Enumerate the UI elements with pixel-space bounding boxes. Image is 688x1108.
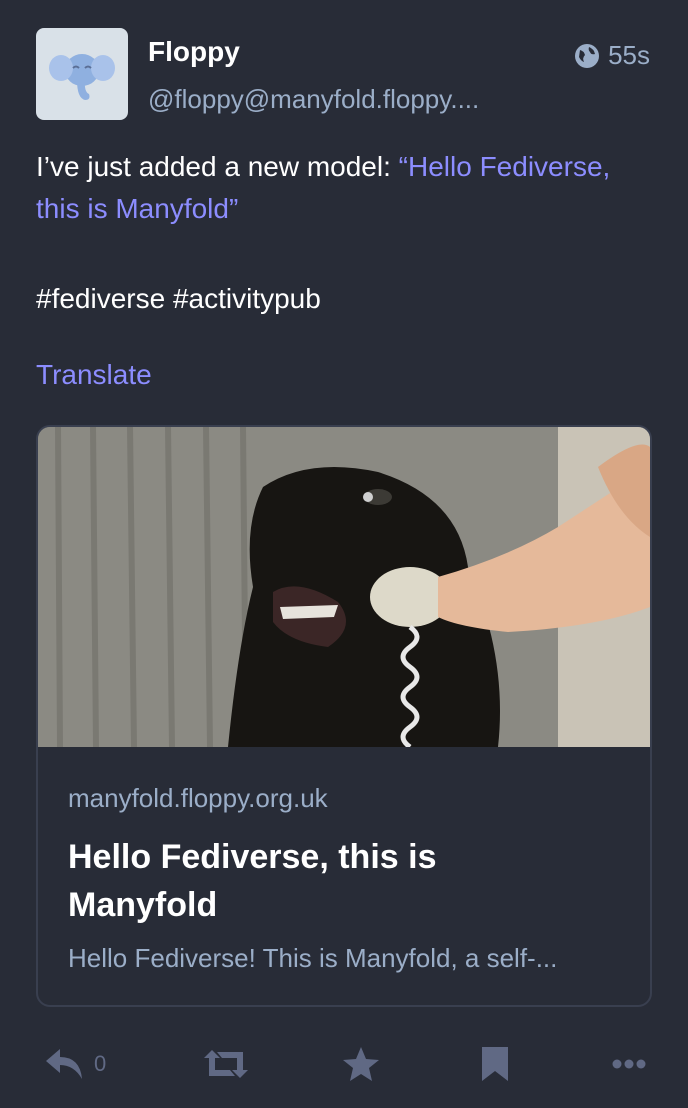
link-preview-card[interactable]: manyfold.floppy.org.uk Hello Fediverse, …: [36, 425, 652, 1007]
mastodon-elephant-icon: [49, 54, 115, 100]
boost-icon: [204, 1050, 248, 1078]
star-icon: [343, 1047, 379, 1081]
card-description: Hello Fediverse! This is Manyfold, a sel…: [68, 943, 558, 973]
card-title[interactable]: Hello Fediverse, this is Manyfold: [68, 833, 588, 929]
avatar[interactable]: [36, 28, 128, 120]
status-content: I’ve just added a new model: “Hello Fedi…: [36, 146, 636, 230]
status-action-bar: 0: [44, 1042, 648, 1086]
status-text: I’ve just added a new model:: [36, 151, 399, 182]
bookmark-icon: [482, 1047, 508, 1081]
card-image[interactable]: [38, 427, 650, 747]
bookmark-button[interactable]: [480, 1042, 510, 1086]
boost-button[interactable]: [204, 1042, 248, 1086]
status-post: Floppy @floppy@manyfold.floppy.... 55s I…: [0, 0, 688, 1108]
translate-button[interactable]: Translate: [36, 354, 152, 396]
relative-timestamp[interactable]: 55s: [608, 40, 650, 71]
reply-button[interactable]: 0: [44, 1042, 106, 1086]
reply-icon: [46, 1049, 82, 1079]
favourite-button[interactable]: [342, 1042, 380, 1086]
card-domain: manyfold.floppy.org.uk: [68, 783, 328, 813]
account-handle[interactable]: @floppy@manyfold.floppy....: [148, 84, 543, 115]
globe-icon: [575, 43, 600, 68]
card-body: manyfold.floppy.org.uk Hello Fediverse, …: [38, 747, 650, 1005]
ellipsis-icon: [612, 1059, 646, 1069]
status-hashtags[interactable]: #fediverse #activitypub: [36, 278, 321, 320]
display-name[interactable]: Floppy: [148, 36, 240, 68]
reply-count: 0: [94, 1051, 107, 1076]
status-meta: 55s: [574, 40, 650, 71]
more-button[interactable]: [612, 1042, 646, 1086]
